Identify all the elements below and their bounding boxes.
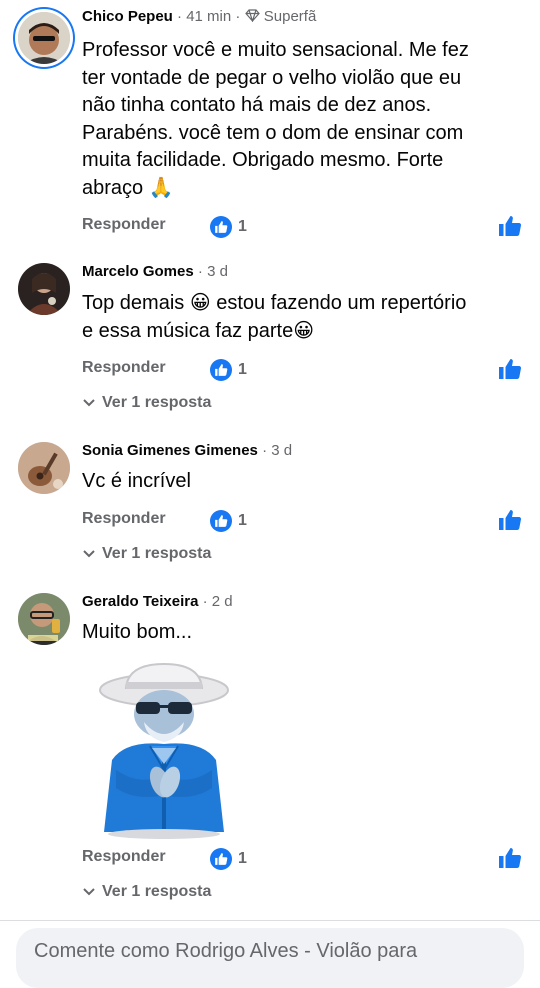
- comment-line: Parabéns. você tem o dom de ensinar com: [82, 121, 464, 144]
- separator-dot: ·: [197, 263, 203, 280]
- comment-time[interactable]: 3 d: [207, 263, 228, 280]
- reactions-summary[interactable]: 1: [210, 848, 247, 870]
- like-reaction-icon: [210, 216, 232, 238]
- divider: [0, 920, 540, 921]
- chevron-down-icon: [83, 888, 95, 896]
- author-name[interactable]: Sonia Gimenes Gimenes: [82, 442, 258, 459]
- fan-badge: Superfã: [263, 8, 317, 25]
- comment-line: ter vontade de pegar o velho violão que …: [82, 66, 462, 89]
- comment-actions: Responder 1: [82, 216, 522, 240]
- comment-time[interactable]: 41 min: [186, 8, 231, 25]
- avatar-image: [18, 442, 70, 494]
- reply-button[interactable]: Responder: [82, 359, 166, 377]
- reactions-summary[interactable]: 1: [210, 510, 247, 532]
- comment-composer[interactable]: Comente como Rodrigo Alves - Violão para: [16, 928, 524, 988]
- comment-item: Geraldo Teixeira · 2 d Muito bom... Resp…: [0, 585, 540, 915]
- comment-item: Marcelo Gomes · 3 d Top demais 😀 estou f…: [0, 255, 540, 425]
- author-name[interactable]: Marcelo Gomes: [82, 263, 194, 280]
- comment-line: Muito bom...: [82, 621, 193, 643]
- view-replies-label: Ver 1 resposta: [102, 545, 212, 562]
- view-replies-label: Ver 1 resposta: [102, 883, 212, 900]
- comment-text: Professor você e muito sensacional. Me f…: [82, 37, 522, 202]
- reaction-count: 1: [238, 850, 247, 867]
- comment-meta: Marcelo Gomes · 3 d: [82, 262, 228, 282]
- comment-item: Sonia Gimenes Gimenes · 3 d Vc é incríve…: [0, 434, 540, 574]
- separator-dot: ·: [177, 8, 183, 25]
- reaction-count: 1: [238, 512, 247, 529]
- author-name[interactable]: Geraldo Teixeira: [82, 593, 198, 610]
- comment-line: muita facilidade. Obrigado mesmo. Forte: [82, 149, 444, 171]
- comment-actions: Responder 1: [82, 510, 522, 534]
- comment-line: não tinha contato há mais de dez anos.: [82, 94, 432, 116]
- separator-dot: ·: [235, 8, 241, 25]
- view-replies-link[interactable]: Ver 1 resposta: [82, 545, 211, 563]
- comment-meta: Geraldo Teixeira · 2 d: [82, 592, 233, 612]
- view-replies-label: Ver 1 resposta: [102, 394, 212, 411]
- avatar-image: [18, 593, 70, 645]
- like-button[interactable]: [498, 846, 522, 870]
- avatar-image: [18, 12, 70, 64]
- view-replies-link[interactable]: Ver 1 resposta: [82, 883, 211, 901]
- comment-line: abraço 🙏: [82, 176, 174, 199]
- comment-meta: Chico Pepeu · 41 min · Superfã: [82, 7, 316, 27]
- avatar[interactable]: [18, 12, 70, 64]
- reply-button[interactable]: Responder: [82, 510, 166, 528]
- avatar-image: [18, 263, 70, 315]
- comment-text: Muito bom...: [82, 619, 522, 647]
- thumbs-up-icon: [499, 216, 522, 236]
- comment-line: Vc é incrível: [82, 470, 191, 492]
- like-reaction-icon: [210, 848, 232, 870]
- comment-actions: Responder 1: [82, 848, 522, 872]
- like-button[interactable]: [498, 357, 522, 381]
- comment-meta: Sonia Gimenes Gimenes · 3 d: [82, 441, 292, 461]
- separator-dot: ·: [202, 593, 208, 610]
- view-replies-link[interactable]: Ver 1 resposta: [82, 394, 211, 412]
- comment-text: Vc é incrível: [82, 468, 522, 496]
- comment-actions: Responder 1: [82, 359, 522, 383]
- separator-dot: ·: [262, 442, 268, 459]
- reaction-count: 1: [238, 361, 247, 378]
- author-name[interactable]: Chico Pepeu: [82, 8, 173, 25]
- avatar[interactable]: [18, 442, 70, 494]
- thumbs-up-icon: [499, 359, 522, 379]
- like-button[interactable]: [498, 508, 522, 532]
- reaction-count: 1: [238, 218, 247, 235]
- like-reaction-icon: [210, 510, 232, 532]
- reactions-summary[interactable]: 1: [210, 216, 247, 238]
- reply-button[interactable]: Responder: [82, 216, 166, 234]
- thumbs-up-icon: [499, 848, 522, 868]
- comment-time[interactable]: 2 d: [212, 593, 233, 610]
- chevron-down-icon: [83, 550, 95, 558]
- like-reaction-icon: [210, 359, 232, 381]
- comment-time[interactable]: 3 d: [271, 442, 292, 459]
- clapping-man-sticker[interactable]: [86, 660, 242, 840]
- avatar[interactable]: [18, 263, 70, 315]
- comment-line: Professor você e muito sensacional. Me f…: [82, 39, 469, 61]
- comment-line: Top demais 😀 estou fazendo um repertório: [82, 292, 467, 314]
- comment-line: e essa música faz parte😀: [82, 319, 315, 342]
- chevron-down-icon: [83, 399, 95, 407]
- like-button[interactable]: [498, 214, 522, 238]
- reactions-summary[interactable]: 1: [210, 359, 247, 381]
- avatar[interactable]: [18, 593, 70, 645]
- thumbs-up-icon: [499, 510, 522, 530]
- reply-button[interactable]: Responder: [82, 848, 166, 866]
- diamond-icon: [244, 8, 264, 25]
- comment-item: Chico Pepeu · 41 min · Superfã Professor…: [0, 0, 540, 250]
- comment-text: Top demais 😀 estou fazendo um repertório…: [82, 290, 522, 345]
